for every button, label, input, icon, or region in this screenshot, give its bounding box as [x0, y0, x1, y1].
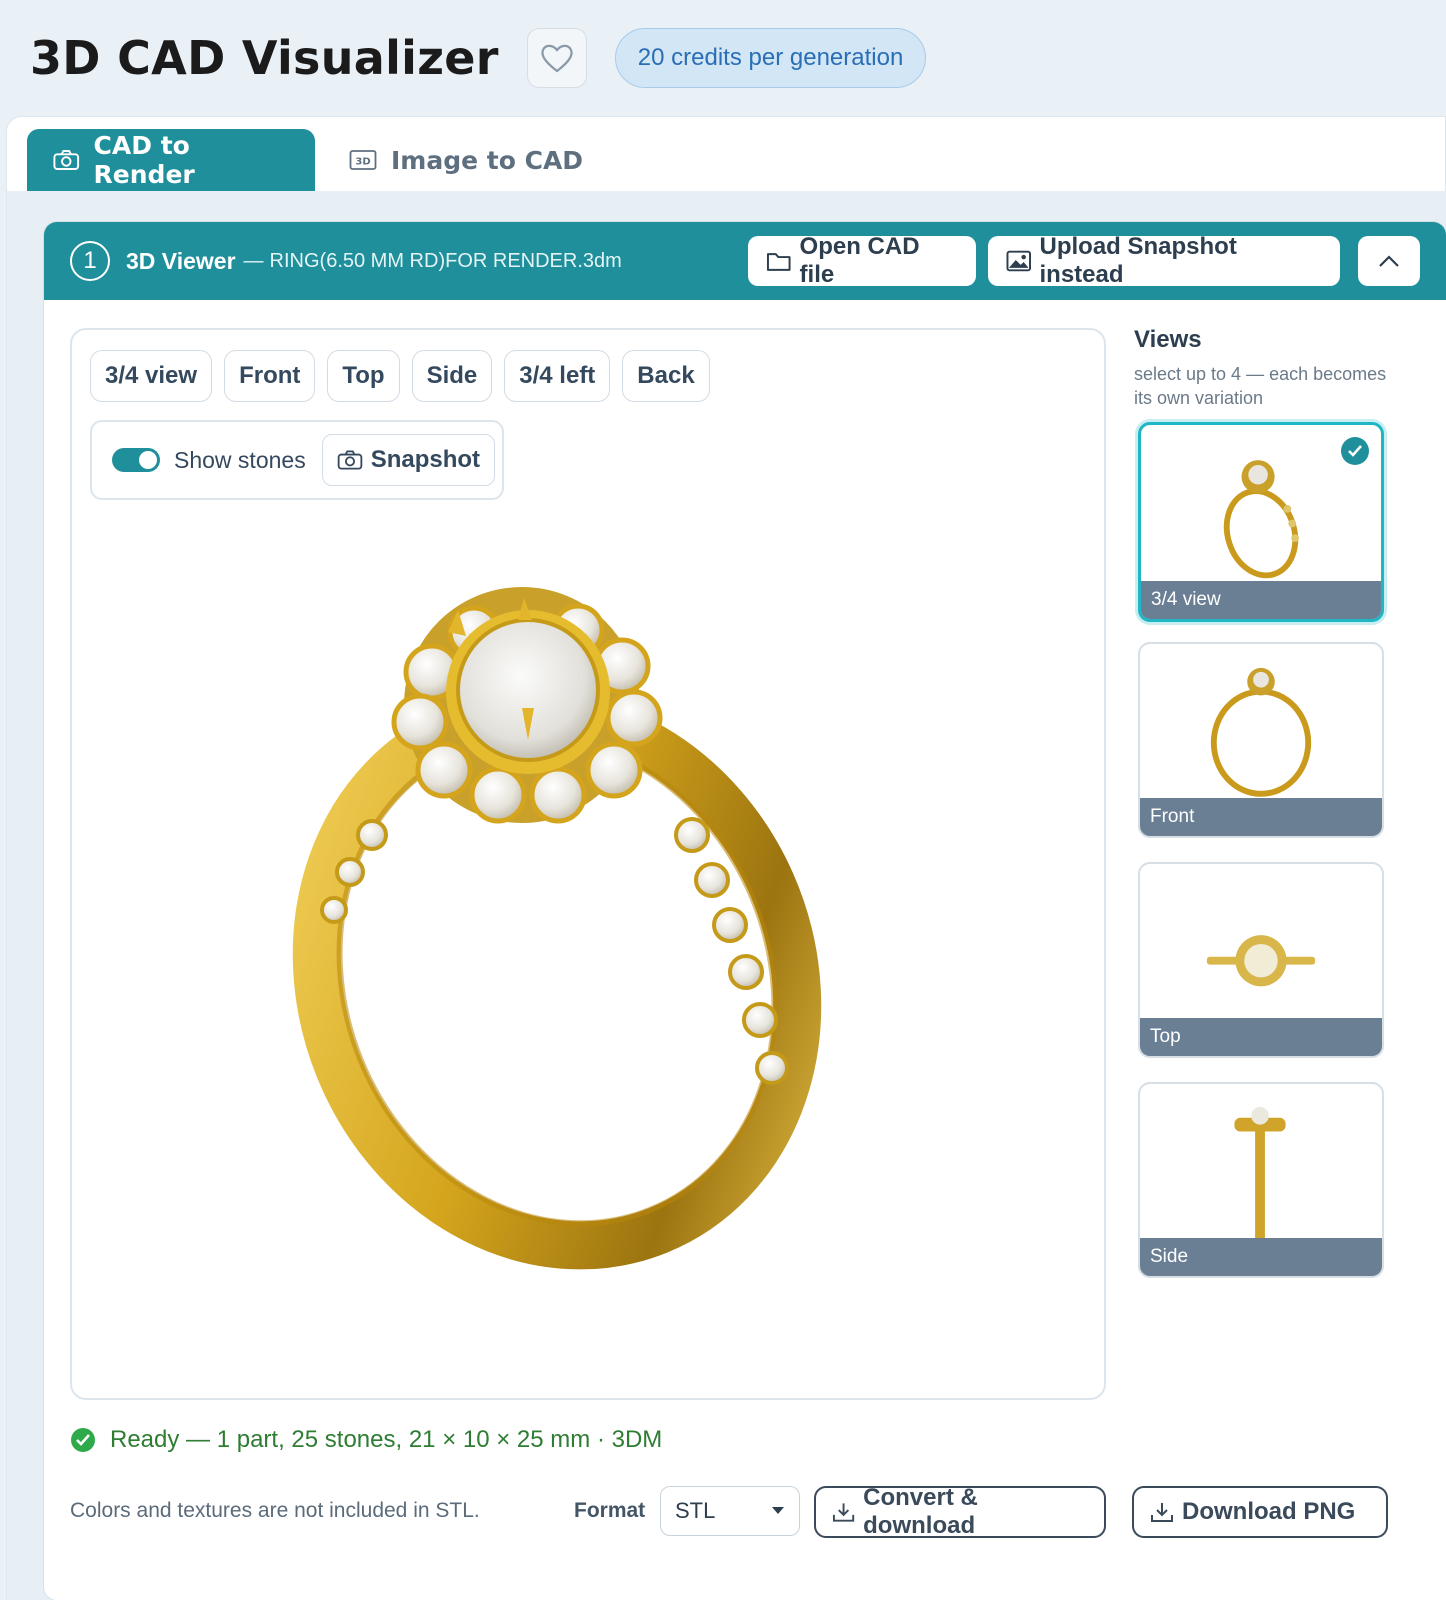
ring-thumbnail: [1234, 1106, 1286, 1242]
view-button-front[interactable]: Front: [224, 350, 316, 402]
image-icon: [1006, 250, 1032, 272]
tab-cad-to-render[interactable]: CAD to Render: [27, 129, 315, 191]
collapse-button[interactable]: [1358, 236, 1420, 286]
check-circle-icon: [71, 1428, 95, 1452]
format-label: Format: [574, 1499, 646, 1522]
view-thumbnail-label: Side: [1140, 1238, 1382, 1276]
svg-text:3D: 3D: [355, 157, 370, 168]
selected-check-icon: [1341, 437, 1369, 465]
tab-label: CAD to Render: [93, 131, 195, 189]
viewer-toolbar: Show stones Snapshot: [90, 420, 504, 500]
view-button-group: 3/4 view Front Top Side 3/4 left Back: [90, 350, 710, 402]
status-text: Ready — 1 part, 25 stones, 21 × 10 × 25 …: [110, 1426, 663, 1453]
snapshot-button[interactable]: Snapshot: [321, 434, 496, 486]
convert-download-button[interactable]: Convert & download: [814, 1484, 1106, 1539]
view-thumbnail-label: Top: [1140, 1018, 1382, 1056]
download-png-button[interactable]: Download PNG: [1132, 1486, 1388, 1538]
show-stones-label: Show stones: [174, 446, 306, 473]
page-header: 3D CAD Visualizer 20 credits per generat…: [30, 28, 927, 88]
file-name: RING(6.50 MM RD)FOR RENDER.3dm: [269, 249, 622, 272]
download-icon: [832, 1503, 855, 1522]
ring-thumbnail: [1206, 935, 1316, 987]
viewer-card: 1 3D Viewer — RING(6.50 MM RD)FOR RENDER…: [43, 221, 1446, 1600]
3d-viewer-canvas[interactable]: 3/4 view Front Top Side 3/4 left Back Sh…: [70, 328, 1106, 1400]
view-thumbnail-top[interactable]: Top: [1138, 862, 1384, 1058]
format-select[interactable]: STL: [660, 1486, 800, 1536]
tab-bar: CAD to Render 3D Image to CAD: [27, 129, 609, 191]
views-title: Views: [1134, 326, 1202, 353]
view-button-top[interactable]: Top: [327, 350, 400, 402]
viewer-header: 1 3D Viewer — RING(6.50 MM RD)FOR RENDER…: [44, 222, 1446, 300]
tab-image-to-cad[interactable]: 3D Image to CAD: [323, 129, 609, 191]
step-number: 1: [70, 241, 110, 281]
show-stones-toggle[interactable]: [112, 448, 160, 472]
download-icon: [1151, 1503, 1173, 1522]
caret-down-icon: [772, 1507, 784, 1514]
view-thumbnail-3-4-view[interactable]: 3/4 view: [1138, 422, 1384, 622]
favorite-button[interactable]: [526, 28, 587, 88]
status-line: Ready — 1 part, 25 stones, 21 × 10 × 25 …: [70, 1426, 662, 1454]
camera-icon: [53, 150, 80, 170]
view-thumbnail-front[interactable]: Front: [1138, 642, 1384, 838]
view-thumbnail-side[interactable]: Side: [1138, 1082, 1384, 1278]
camera-icon: [337, 450, 362, 470]
credits-badge: 20 credits per generation: [614, 28, 927, 88]
viewer-title: 3D Viewer: [126, 247, 236, 274]
ring-thumbnail: [1210, 667, 1312, 797]
upload-snapshot-button[interactable]: Upload Snapshot instead: [988, 233, 1340, 288]
view-thumbnail-label: Front: [1140, 798, 1382, 836]
3d-icon: 3D: [349, 150, 377, 170]
stl-note: Colors and textures are not included in …: [70, 1499, 480, 1522]
chevron-up-icon: [1379, 255, 1399, 267]
view-button-back[interactable]: Back: [622, 350, 710, 402]
views-panel: Views select up to 4 — each becomes its …: [1134, 326, 1404, 410]
folder-icon: [766, 253, 791, 271]
views-subtitle: select up to 4 — each becomes its own va…: [1134, 364, 1387, 408]
main-panel: CAD to Render 3D Image to CAD 1 3D Viewe…: [6, 116, 1446, 1600]
tab-label: Image to CAD: [391, 145, 584, 175]
app-title: 3D CAD Visualizer: [30, 31, 499, 85]
ring-model-render: [292, 587, 822, 1270]
view-thumbnail-label: 3/4 view: [1141, 581, 1381, 619]
view-button-side[interactable]: Side: [411, 350, 493, 402]
format-value: STL: [675, 1498, 716, 1523]
heart-icon: [541, 44, 573, 73]
title-separator: —: [243, 249, 264, 272]
open-cad-file-button[interactable]: Open CAD file: [748, 233, 976, 288]
view-button-3-4-view[interactable]: 3/4 view: [90, 350, 213, 402]
view-button-3-4-left[interactable]: 3/4 left: [504, 350, 611, 402]
